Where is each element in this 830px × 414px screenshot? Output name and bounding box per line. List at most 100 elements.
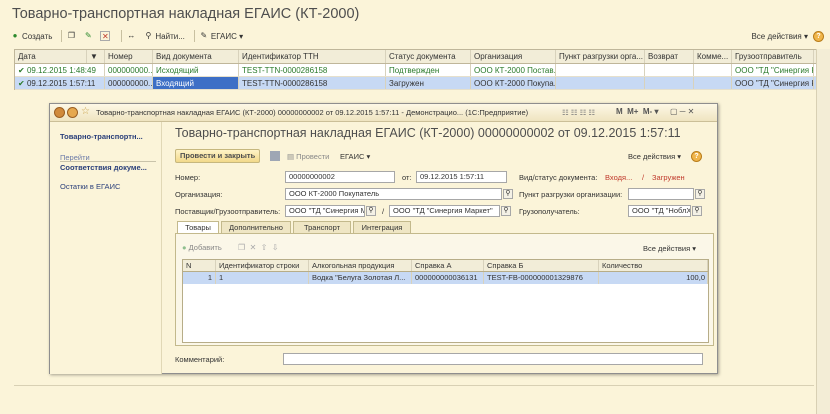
doc-type-cell: Входящий — [153, 77, 239, 89]
ref-b-cell: TEST-FB-000000001329876 — [484, 272, 599, 284]
column-header[interactable]: Пункт разгрузки орга... — [556, 50, 645, 63]
toolbar-divider — [193, 30, 195, 42]
column-header[interactable]: Статус документа — [386, 50, 471, 63]
kind-separator: / — [642, 173, 645, 182]
edit-button[interactable]: ✎ — [83, 31, 95, 41]
window-caption: Товарно-транспортная накладная ЕГАИС (КТ… — [96, 108, 529, 117]
column-header[interactable]: Дата — [15, 50, 87, 63]
egais-menu-button[interactable]: ЕГАИС ▾ — [340, 152, 370, 161]
point-cell — [556, 64, 645, 76]
ttn-cell: TEST-TTN-0000286158 — [239, 77, 386, 89]
find-button[interactable]: ⚲ Найти... — [143, 31, 184, 41]
comment-cell — [694, 77, 732, 89]
number-field[interactable]: 00000000002 — [285, 171, 395, 183]
column-header[interactable]: Номер — [105, 50, 153, 63]
window-buttons[interactable]: ▢ ─ ✕ — [670, 107, 694, 116]
search-icon[interactable]: ⚲ — [503, 189, 513, 199]
table-header: Дата ▼ Номер Вид документа Идентификатор… — [15, 50, 829, 64]
column-header[interactable]: Алкогольная продукция — [309, 260, 412, 271]
sidebar-divider — [60, 161, 156, 162]
vertical-scrollbar[interactable] — [816, 49, 830, 414]
egais-menu-button[interactable]: ✎ ЕГАИС ▾ — [199, 31, 244, 41]
column-header[interactable]: Идентификатор строки — [216, 260, 309, 271]
all-actions-button[interactable]: Все действия ▾ — [628, 152, 681, 161]
copy-icon: ❐ — [67, 31, 75, 40]
column-header[interactable]: Справка Б — [484, 260, 599, 271]
doc-type-cell: Исходящий — [153, 64, 239, 76]
all-actions-button[interactable]: Все действия ▾ — [751, 32, 808, 41]
row-number-cell: 1 — [183, 272, 216, 284]
status-cell: Загружен — [386, 77, 471, 89]
shipper-field[interactable]: ООО "ТД "Синергия Маркет" — [389, 205, 500, 217]
search-icon[interactable]: ⚲ — [366, 206, 376, 216]
comment-field[interactable] — [283, 353, 703, 365]
search-icon[interactable]: ⚲ — [695, 189, 705, 199]
form-title: Товарно-транспортная накладная ЕГАИС (КТ… — [175, 126, 681, 140]
column-header[interactable]: N — [183, 260, 216, 271]
date-field[interactable]: 09.12.2015 1:57:11 — [416, 171, 507, 183]
return-cell — [645, 77, 694, 89]
main-toolbar: ● Создать ❐ ✎ ✕ ↔ ⚲ Найти... ✎ ЕГАИС ▾ Все … — [10, 28, 824, 44]
create-button[interactable]: ● Создать — [10, 31, 53, 41]
sidebar-item-current[interactable]: Товарно-транспортн... — [60, 132, 143, 141]
toolbar-divider — [121, 30, 123, 42]
return-cell — [645, 64, 694, 76]
tab-additional[interactable]: Дополнительно — [221, 221, 291, 233]
row-tools[interactable]: ❐ ✕ ⇧ ⇩ — [238, 243, 279, 252]
help-icon[interactable]: ? — [691, 151, 702, 162]
memory-buttons[interactable]: M M+ M- ▾ — [616, 107, 658, 116]
save-icon[interactable] — [270, 151, 280, 161]
delete-button[interactable]: ✕ — [100, 31, 112, 41]
sidebar-item-balances[interactable]: Остатки в ЕГАИС — [60, 182, 120, 191]
tab-transport[interactable]: Транспорт — [293, 221, 351, 233]
date-label: от: — [402, 173, 412, 182]
star-icon[interactable]: ☆ — [81, 106, 90, 117]
column-header[interactable]: Организация — [471, 50, 556, 63]
goods-table-header: N Идентификатор строки Алкогольная проду… — [183, 260, 708, 272]
column-header[interactable]: Грузоотправитель — [732, 50, 814, 63]
column-header[interactable]: Количество — [599, 260, 708, 271]
plus-icon: ● — [182, 243, 187, 252]
add-row-button[interactable]: ● Добавить — [182, 243, 222, 252]
egais-icon: ✎ — [200, 31, 208, 40]
window-tools-icon[interactable]: ☷ ☷ ☷ ☷ — [562, 108, 595, 117]
window-sidebar: Товарно-транспортн... Перейти Соответств… — [50, 122, 162, 374]
page-title: Товарно-транспортная накладная ЕГАИС (КТ… — [12, 6, 360, 22]
search-icon[interactable]: ⚲ — [692, 206, 702, 216]
posted-icon: ✔ — [18, 66, 25, 75]
number-label: Номер: — [175, 173, 201, 182]
plus-icon: ● — [12, 31, 18, 40]
documents-table: Дата ▼ Номер Вид документа Идентификатор… — [14, 49, 830, 90]
field-separator: / — [382, 207, 385, 216]
quantity-cell: 100,0 — [599, 272, 708, 284]
column-header[interactable]: Идентификатор ТТН — [239, 50, 386, 63]
consignee-field[interactable]: ООО "ТД "НоблХ — [628, 205, 691, 217]
unloading-point-field[interactable] — [628, 188, 694, 200]
period-button[interactable]: ↔ — [126, 31, 138, 41]
window-titlebar[interactable]: ☆ Товарно-транспортная накладная ЕГАИС (… — [50, 104, 717, 122]
column-header[interactable]: Справка А — [412, 260, 484, 271]
sidebar-item-matches[interactable]: Соответствия докуме... — [60, 163, 147, 172]
goods-all-actions-button[interactable]: Все действия ▾ — [643, 244, 696, 253]
table-row[interactable]: ✔ 09.12.2015 1:48:49 000000000... Исходя… — [15, 64, 829, 77]
status-value[interactable]: Загружен — [652, 173, 685, 182]
organization-field[interactable]: ООО КТ-2000 Покупатель — [285, 188, 502, 200]
goods-row[interactable]: 1 1 Водка "Белуга Золотая Л... 000000000… — [183, 272, 708, 284]
unloading-point-label: Пункт разгрузки организации: — [519, 190, 623, 199]
kind-value[interactable]: Входя... — [605, 173, 632, 182]
kind-status-label: Вид/статус документа: — [519, 173, 598, 182]
post-button[interactable]: ▤ Провести — [287, 152, 329, 161]
column-header[interactable]: Возврат — [645, 50, 694, 63]
help-icon[interactable]: ? — [813, 30, 824, 42]
column-header[interactable]: Комме... — [694, 50, 732, 63]
back-icon[interactable] — [54, 107, 65, 118]
forward-icon[interactable] — [67, 107, 78, 118]
status-cell: Подтвержден — [386, 64, 471, 76]
search-icon[interactable]: ⚲ — [501, 206, 511, 216]
column-header[interactable]: Вид документа — [153, 50, 239, 63]
supplier-field[interactable]: ООО "ТД "Синергия М — [285, 205, 365, 217]
tab-integration[interactable]: Интеграция — [353, 221, 411, 233]
post-and-close-button[interactable]: Провести и закрыть — [175, 149, 261, 163]
copy-button[interactable]: ❐ — [66, 31, 78, 41]
table-row-selected[interactable]: ✔ 09.12.2015 1:57:11 000000000... Входящ… — [15, 77, 829, 90]
